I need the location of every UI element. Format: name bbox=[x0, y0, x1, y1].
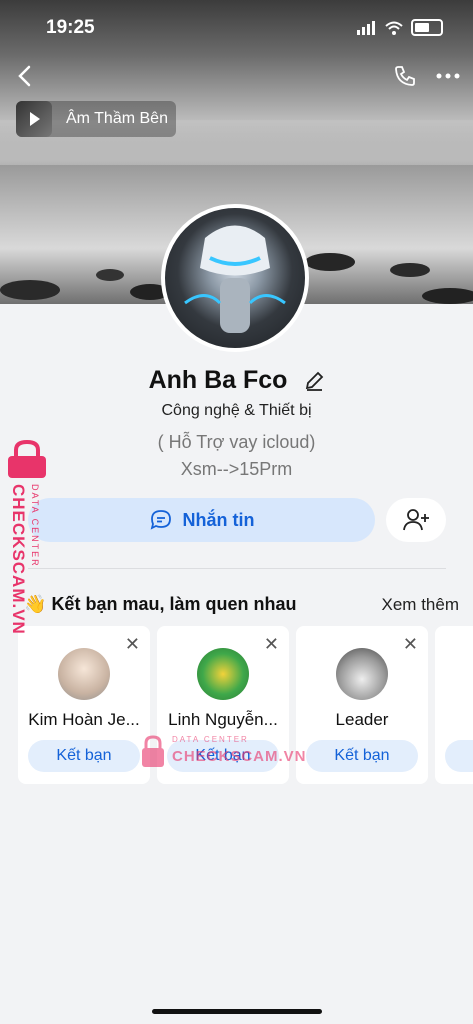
suggestion-avatar bbox=[197, 648, 249, 700]
avatar-scooter-image bbox=[184, 225, 286, 333]
section-divider bbox=[28, 568, 446, 569]
wifi-icon bbox=[385, 21, 403, 35]
message-button[interactable]: Nhắn tin bbox=[28, 498, 375, 542]
watermark-brand: CHECKSCAM.VN bbox=[172, 748, 307, 765]
add-friend-small-button[interactable]: Kết bạn bbox=[28, 740, 140, 772]
suggestion-name: Linh Nguyễn... bbox=[168, 710, 278, 729]
close-icon[interactable]: ✕ bbox=[264, 634, 279, 655]
profile-name-row: Anh Ba Fco bbox=[0, 366, 473, 395]
more-dots-icon[interactable] bbox=[435, 64, 461, 88]
music-play-icon[interactable] bbox=[16, 101, 52, 137]
profile-bio-line1: ( Hỗ Trợ vay icloud) bbox=[157, 432, 316, 452]
close-icon[interactable]: ✕ bbox=[403, 634, 418, 655]
suggestion-name: Kim Hoàn Je... bbox=[28, 710, 140, 729]
signal-icon bbox=[357, 20, 375, 35]
add-friend-small-button[interactable]: Kết bạn bbox=[306, 740, 418, 772]
edit-pencil-icon[interactable] bbox=[304, 371, 324, 392]
avatar[interactable] bbox=[161, 204, 309, 352]
suggestion-card[interactable]: ✕ Kim Hoàn Je... Kết bạn bbox=[18, 626, 150, 784]
watermark-lock-icon bbox=[8, 439, 46, 478]
suggestion-avatar bbox=[58, 648, 110, 700]
status-time: 19:25 bbox=[46, 17, 95, 38]
profile-bio-line2: Xsm-->15Prm bbox=[180, 459, 293, 479]
profile-music[interactable]: Âm Thầm Bên bbox=[16, 101, 176, 137]
watermark-brand: CHECKSCAM.VN bbox=[9, 484, 28, 635]
suggestion-name: Leader bbox=[335, 710, 389, 729]
chat-bubble-icon bbox=[150, 510, 171, 530]
suggestion-card[interactable]: ✕ Leader Kết bạn bbox=[296, 626, 428, 784]
profile-name: Anh Ba Fco bbox=[148, 366, 288, 394]
battery-icon bbox=[411, 19, 443, 36]
add-user-icon bbox=[403, 509, 429, 531]
watermark-lock-icon bbox=[142, 735, 164, 767]
nav-actions bbox=[393, 64, 461, 88]
suggestion-card-partial[interactable] bbox=[435, 626, 473, 784]
phone-icon[interactable] bbox=[393, 64, 417, 88]
see-more-link[interactable]: Xem thêm bbox=[382, 595, 459, 615]
watermark-tag: DATA CENTER bbox=[30, 484, 40, 568]
status-bar: 19:25 bbox=[0, 12, 473, 42]
home-indicator[interactable] bbox=[152, 1009, 322, 1014]
suggestions-title: 👋 Kết bạn mau, làm quen nhau bbox=[24, 594, 296, 615]
back-arrow-icon[interactable] bbox=[14, 64, 36, 88]
status-icons bbox=[357, 19, 443, 36]
music-title: Âm Thầm Bên bbox=[66, 110, 168, 127]
watermark-center: DATA CENTER CHECKSCAM.VN bbox=[140, 733, 306, 775]
add-friend-small-button-partial[interactable] bbox=[445, 740, 473, 772]
add-friend-button[interactable] bbox=[386, 498, 446, 542]
profile-category: Công nghệ & Thiết bị bbox=[161, 402, 312, 419]
suggestion-avatar bbox=[336, 648, 388, 700]
message-button-label: Nhắn tin bbox=[182, 509, 255, 530]
close-icon[interactable]: ✕ bbox=[125, 634, 140, 655]
watermark-tag: DATA CENTER bbox=[172, 735, 249, 744]
watermark-side: CHECKSCAM.VN DATA CENTER bbox=[4, 439, 50, 640]
suggestions-title-text: Kết bạn mau, làm quen nhau bbox=[51, 594, 297, 614]
